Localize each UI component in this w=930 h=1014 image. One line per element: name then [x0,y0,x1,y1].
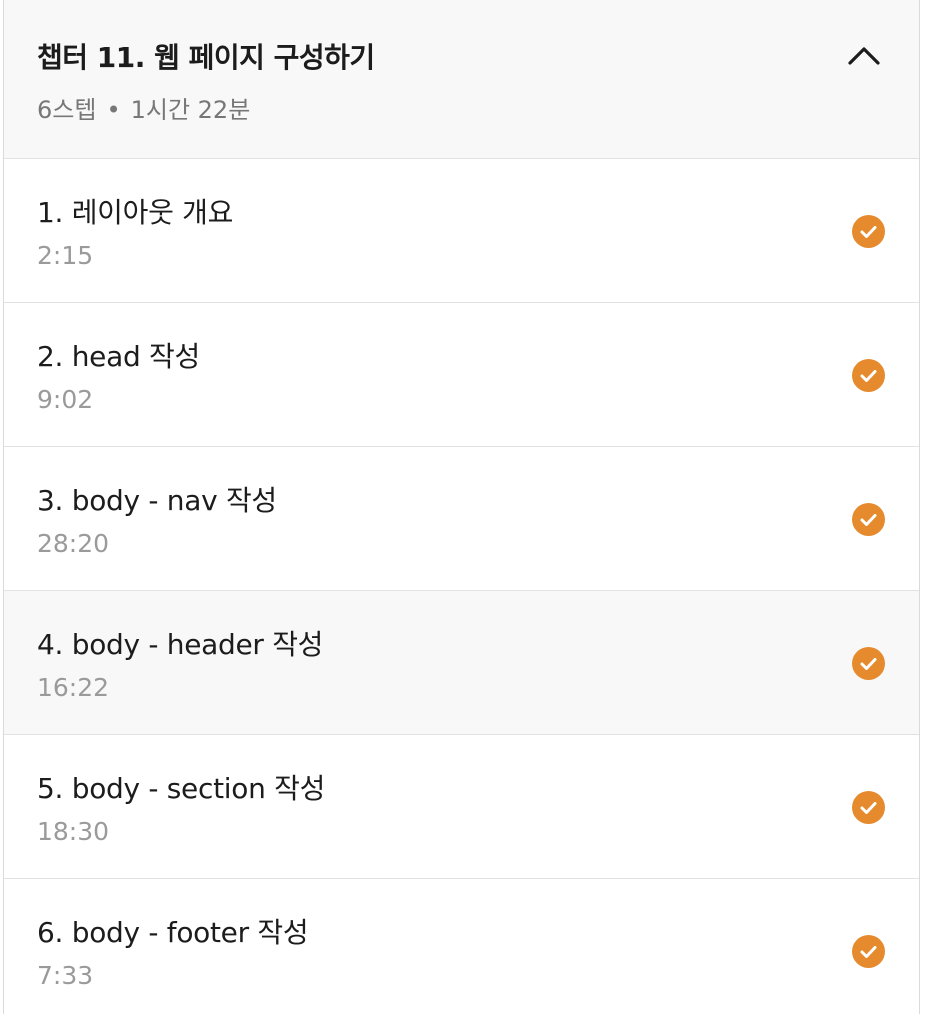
check-circle-icon [852,215,885,248]
chapter-meta: 6스텝 • 1시간 22분 [37,90,250,125]
lesson-item-4[interactable]: 4. body - header 작성 16:22 [4,591,919,735]
chapter-steps: 6스텝 [37,96,97,124]
chevron-up-icon [848,47,880,65]
lesson-duration: 18:30 [37,817,110,846]
chapter-title: 챕터 11. 웹 페이지 구성하기 [37,41,375,74]
collapse-button[interactable] [844,38,884,74]
lesson-duration: 9:02 [37,385,94,414]
lesson-title: 6. body - footer 작성 [37,916,309,949]
chapter-header[interactable]: 챕터 11. 웹 페이지 구성하기 6스텝 • 1시간 22분 [4,0,919,159]
lesson-duration: 7:33 [37,961,94,990]
check-circle-icon [852,359,885,392]
check-circle-icon [852,791,885,824]
chapter-panel: 챕터 11. 웹 페이지 구성하기 6스텝 • 1시간 22분 1. 레이아웃 개요… [3,0,920,1014]
lesson-item-5[interactable]: 5. body - section 작성 18:30 [4,735,919,879]
lesson-item-1[interactable]: 1. 레이아웃 개요 2:15 [4,159,919,303]
lesson-duration: 28:20 [37,529,110,558]
lesson-item-3[interactable]: 3. body - nav 작성 28:20 [4,447,919,591]
lesson-title: 2. head 작성 [37,340,200,373]
lesson-title: 3. body - nav 작성 [37,484,277,517]
meta-separator: • [106,96,121,124]
lesson-item-6[interactable]: 6. body - footer 작성 7:33 [4,879,919,1014]
check-circle-icon [852,503,885,536]
check-circle-icon [852,935,885,968]
check-circle-icon [852,647,885,680]
lesson-title: 1. 레이아웃 개요 [37,196,234,229]
lesson-title: 4. body - header 작성 [37,628,324,661]
lesson-duration: 2:15 [37,241,94,270]
lesson-title: 5. body - section 작성 [37,772,326,805]
chapter-duration: 1시간 22분 [130,96,251,124]
lesson-duration: 16:22 [37,673,110,702]
lesson-item-2[interactable]: 2. head 작성 9:02 [4,303,919,447]
